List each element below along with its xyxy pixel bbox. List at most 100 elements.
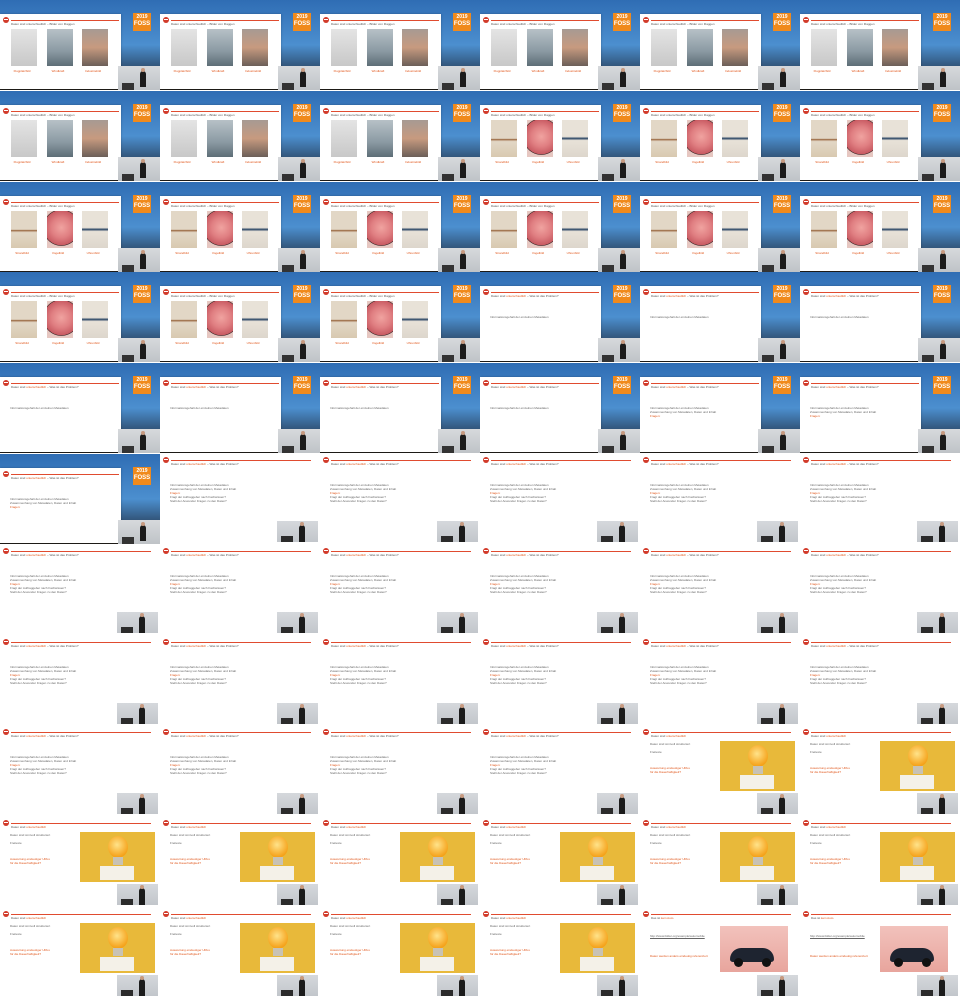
bullet-icon xyxy=(163,548,169,554)
example-image xyxy=(847,29,873,66)
video-frame-ex2[interactable]: Daten sind unterschiedlich – Bilder von … xyxy=(160,182,320,272)
video-frame-q[interactable]: Daten sind unterschiedlich – Was ist das… xyxy=(640,636,800,726)
video-frame-bulb[interactable]: Daten sind unterschiedlich Daten sind sin… xyxy=(480,908,640,998)
video-frame-q[interactable]: Daten sind unterschiedlich – Was ist das… xyxy=(480,726,640,816)
video-frame-q0[interactable]: Daten sind unterschiedlich – Was ist das… xyxy=(0,363,160,453)
video-frame-ex2[interactable]: Daten sind unterschiedlich – Bilder von … xyxy=(480,182,640,272)
video-frame-q[interactable]: Daten sind unterschiedlich – Was ist das… xyxy=(640,454,800,544)
video-frame-q[interactable]: Daten sind unterschiedlich – Was ist das… xyxy=(320,454,480,544)
video-frame-ex2[interactable]: Daten sind unterschiedlich – Bilder von … xyxy=(0,182,160,272)
video-frame-q0[interactable]: Daten sind unterschiedlich – Was ist das… xyxy=(640,272,800,362)
speaker-body xyxy=(940,343,946,359)
video-frame-q[interactable]: Daten sind unterschiedlich – Was ist das… xyxy=(800,454,960,544)
video-frame-ex[interactable]: Daten sind unterschiedlich – Bilder von … xyxy=(0,91,160,181)
bullet-icon xyxy=(323,639,329,645)
video-frame-bulb[interactable]: Daten sind unterschiedlich Daten sind sin… xyxy=(320,817,480,907)
video-frame-ex2[interactable]: Daten sind unterschiedlich – Bilder von … xyxy=(160,272,320,362)
video-frame-q1[interactable]: Daten sind unterschiedlich – Was ist das… xyxy=(800,363,960,453)
video-frame-ex[interactable]: Daten sind unterschiedlich – Bilder von … xyxy=(0,0,160,90)
question-text: Informationsgehalt der einzelnen Metadat… xyxy=(170,406,229,410)
video-frame-car[interactable]: Das ist kein Auto http://www.bilder.org/e… xyxy=(640,908,800,998)
speaker-video xyxy=(918,429,960,453)
video-frame-bulb[interactable]: Daten sind unterschiedlich Daten sind sin… xyxy=(0,817,160,907)
example-image xyxy=(11,301,37,338)
video-frame-q1[interactable]: Daten sind unterschiedlich – Was ist das… xyxy=(640,363,800,453)
speaker-head xyxy=(140,794,144,798)
video-frame-q[interactable]: Daten sind unterschiedlich – Was ist das… xyxy=(640,545,800,635)
video-frame-bulb[interactable]: Daten sind unterschiedlich Daten sind sin… xyxy=(480,817,640,907)
video-frame-q[interactable]: Daten sind unterschiedlich – Was ist das… xyxy=(480,454,640,544)
slide-title: Daten sind unterschiedlich xyxy=(331,916,367,920)
video-frame-q[interactable]: Daten sind unterschiedlich – Was ist das… xyxy=(320,726,480,816)
video-frame-q[interactable]: Daten sind unterschiedlich – Was ist das… xyxy=(160,636,320,726)
video-frame-q[interactable]: Daten sind unterschiedlich – Was ist das… xyxy=(320,545,480,635)
video-frame-q0[interactable]: Daten sind unterschiedlich – Was ist das… xyxy=(480,363,640,453)
video-frame-q[interactable]: Daten sind unterschiedlich – Was ist das… xyxy=(160,726,320,816)
example-caption: Vogelbild xyxy=(531,251,545,255)
lightbulb-image xyxy=(720,832,795,882)
video-frame-q[interactable]: Daten sind unterschiedlich – Was ist das… xyxy=(800,636,960,726)
video-frame-q[interactable]: Daten sind unterschiedlich – Was ist das… xyxy=(0,545,160,635)
speaker-body xyxy=(139,707,145,724)
video-frame-q[interactable]: Daten sind unterschiedlich – Was ist das… xyxy=(480,545,640,635)
video-frame-ex2[interactable]: Daten sind unterschiedlich – Bilder von … xyxy=(800,182,960,272)
video-frame-ex[interactable]: Daten sind unterschiedlich – Bilder von … xyxy=(320,0,480,90)
video-frame-q0[interactable]: Daten sind unterschiedlich – Was ist das… xyxy=(160,363,320,453)
video-frame-bulb[interactable]: Daten sind unterschiedlich Daten sind sin… xyxy=(160,817,320,907)
video-frame-ex[interactable]: Daten sind unterschiedlich – Bilder von … xyxy=(800,0,960,90)
video-frame-ex2[interactable]: Daten sind unterschiedlich – Bilder von … xyxy=(0,272,160,362)
video-frame-q0[interactable]: Daten sind unterschiedlich – Was ist das… xyxy=(320,363,480,453)
lectern xyxy=(121,899,133,905)
example-images xyxy=(328,301,434,338)
video-frame-bulb[interactable]: Daten sind unterschiedlich Daten sind sin… xyxy=(160,908,320,998)
video-frame-q0[interactable]: Daten sind unterschiedlich – Was ist das… xyxy=(800,272,960,362)
video-frame-ex[interactable]: Daten sind unterschiedlich – Bilder von … xyxy=(320,91,480,181)
example-image xyxy=(47,29,73,66)
video-frame-q[interactable]: Daten sind unterschiedlich – Was ist das… xyxy=(0,726,160,816)
lectern xyxy=(601,718,613,724)
video-frame-bulb[interactable]: Daten sind unterschiedlich Daten sind sin… xyxy=(800,726,960,816)
video-frame-car[interactable]: Das ist kein Auto http://www.bilder.org/e… xyxy=(800,908,960,998)
lectern xyxy=(281,536,293,542)
video-frame-q[interactable]: Daten sind unterschiedlich – Was ist das… xyxy=(160,545,320,635)
speaker-head xyxy=(940,613,944,617)
video-frame-ex2[interactable]: Daten sind unterschiedlich – Bilder von … xyxy=(800,91,960,181)
bulb-base xyxy=(113,857,123,865)
lectern xyxy=(122,355,134,362)
video-frame-q[interactable]: Daten sind unterschiedlich – Was ist das… xyxy=(0,636,160,726)
example-caption: Vogelbild xyxy=(691,160,705,164)
video-frame-q1[interactable]: Daten sind unterschiedlich – Was ist das… xyxy=(0,454,160,544)
text-line: Freitexte xyxy=(490,841,502,845)
question-text: Informationsgehalt der einzelnen Metadat… xyxy=(490,755,556,775)
video-frame-ex2[interactable]: Daten sind unterschiedlich – Bilder von … xyxy=(640,182,800,272)
video-frame-ex2[interactable]: Daten sind unterschiedlich – Bilder von … xyxy=(640,91,800,181)
example-caption: Windkraft xyxy=(531,69,545,73)
text-line: Freitexte xyxy=(330,841,342,845)
video-frame-ex[interactable]: Daten sind unterschiedlich – Bilder von … xyxy=(480,0,640,90)
speaker-head xyxy=(141,68,145,72)
video-frame-ex[interactable]: Daten sind unterschiedlich – Bilder von … xyxy=(160,0,320,90)
video-frame-ex2[interactable]: Daten sind unterschiedlich – Bilder von … xyxy=(320,182,480,272)
example-image xyxy=(367,120,393,157)
video-frame-q[interactable]: Daten sind unterschiedlich – Was ist das… xyxy=(800,545,960,635)
video-frame-q[interactable]: Daten sind unterschiedlich – Was ist das… xyxy=(320,636,480,726)
foss-logo: 2019 FOSS xyxy=(133,13,151,31)
video-frame-ex[interactable]: Daten sind unterschiedlich – Bilder von … xyxy=(160,91,320,181)
text-line: Stellt der Anwender Fragen zu den Daten? xyxy=(170,499,227,503)
lectern xyxy=(281,718,293,724)
video-frame-q0[interactable]: Daten sind unterschiedlich – Was ist das… xyxy=(480,272,640,362)
video-frame-bulb[interactable]: Daten sind unterschiedlich Daten sind sin… xyxy=(640,817,800,907)
speaker-video xyxy=(597,884,638,905)
video-frame-bulb[interactable]: Daten sind unterschiedlich Daten sind sin… xyxy=(640,726,800,816)
video-frame-q[interactable]: Daten sind unterschiedlich – Was ist das… xyxy=(160,454,320,544)
video-frame-bulb[interactable]: Daten sind unterschiedlich Daten sind sin… xyxy=(320,908,480,998)
video-frame-ex[interactable]: Daten sind unterschiedlich – Bilder von … xyxy=(640,0,800,90)
video-frame-bulb[interactable]: Daten sind unterschiedlich Daten sind sin… xyxy=(0,908,160,998)
video-frame-bulb[interactable]: Daten sind unterschiedlich Daten sind sin… xyxy=(800,817,960,907)
video-frame-ex2[interactable]: Daten sind unterschiedlich – Bilder von … xyxy=(480,91,640,181)
title-rule xyxy=(491,20,599,21)
video-frame-q[interactable]: Daten sind unterschiedlich – Was ist das… xyxy=(480,636,640,726)
example-caption: Uhrenbild xyxy=(246,341,260,345)
slide-title: Daten sind unterschiedlich – Was ist das… xyxy=(491,553,559,557)
video-frame-ex2[interactable]: Daten sind unterschiedlich – Bilder von … xyxy=(320,272,480,362)
